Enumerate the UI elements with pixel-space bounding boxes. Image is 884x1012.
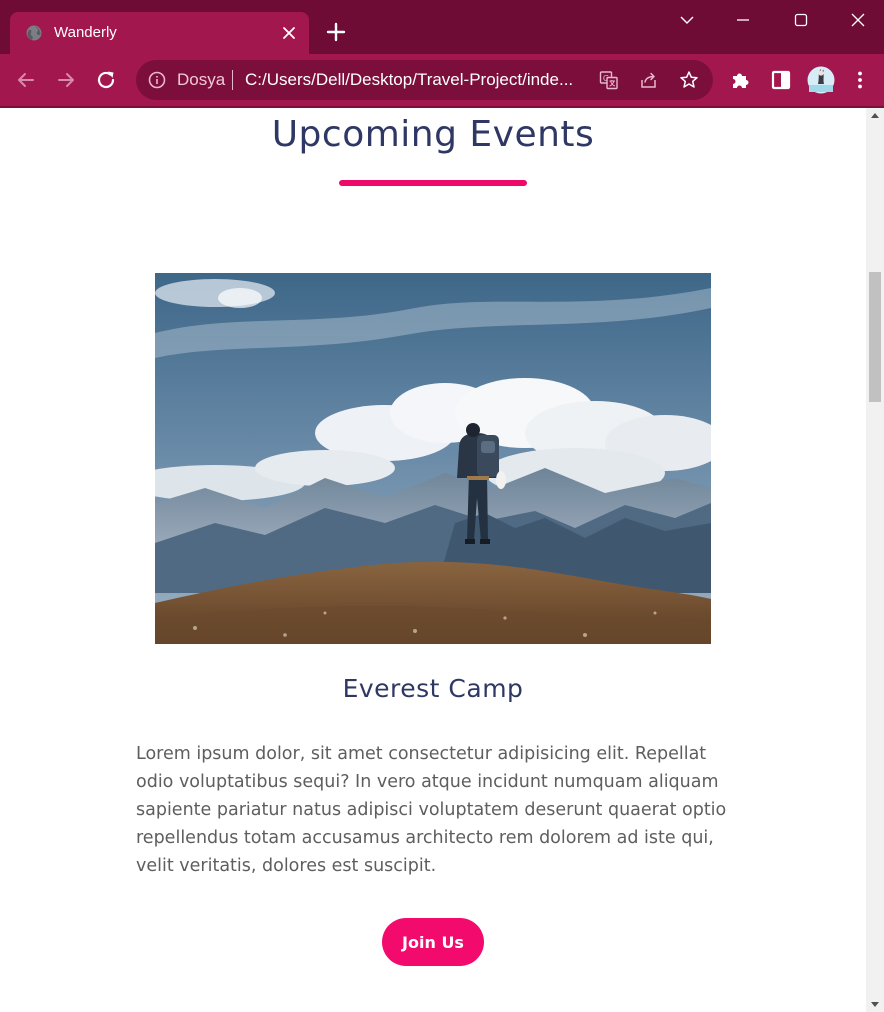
arrow-right-icon[interactable] <box>54 68 78 92</box>
reload-icon[interactable] <box>94 68 118 92</box>
browser-toolbar: Dosya C:/Users/Dell/Desktop/Travel-Proje… <box>0 54 884 106</box>
info-icon[interactable] <box>148 71 166 89</box>
page-viewport: Upcoming Events Everest Camp Lorem ipsum… <box>0 108 866 1012</box>
side-panel-icon[interactable] <box>769 68 793 92</box>
close-icon[interactable] <box>279 23 299 43</box>
plus-icon[interactable] <box>324 20 348 44</box>
tab-title: Wanderly <box>54 24 117 41</box>
translate-icon[interactable]: G <box>599 70 619 90</box>
tab-wanderly[interactable]: Wanderly <box>10 12 309 54</box>
hiker-mountain-photo <box>155 273 711 644</box>
url-text[interactable]: C:/Users/Dell/Desktop/Travel-Project/ind… <box>245 70 585 90</box>
puzzle-icon[interactable] <box>729 68 753 92</box>
scroll-up-arrow-icon[interactable] <box>871 113 879 118</box>
address-bar[interactable]: Dosya C:/Users/Dell/Desktop/Travel-Proje… <box>136 60 713 100</box>
section-title: Upcoming Events <box>271 114 595 155</box>
scroll-down-arrow-icon[interactable] <box>871 1002 879 1007</box>
vertical-scrollbar[interactable] <box>866 108 884 1012</box>
globe-icon <box>26 25 42 41</box>
title-underline <box>339 180 527 186</box>
title-bar: Wanderly <box>0 0 884 54</box>
star-icon[interactable] <box>679 70 699 90</box>
more-vert-icon[interactable] <box>848 68 872 92</box>
share-icon[interactable] <box>639 70 659 90</box>
close-icon[interactable] <box>843 8 873 32</box>
event-title: Everest Camp <box>342 674 524 703</box>
arrow-left-icon[interactable] <box>14 68 38 92</box>
minimize-icon[interactable] <box>728 8 758 32</box>
browser-window: Wanderly Dosya C:/Users/Dell/Desktop/Tra… <box>0 0 884 1012</box>
chevron-down-icon[interactable] <box>672 8 702 32</box>
scrollbar-thumb[interactable] <box>869 272 881 402</box>
avatar[interactable] <box>807 66 835 94</box>
divider <box>232 70 233 90</box>
join-us-button[interactable]: Join Us <box>382 918 484 966</box>
event-description: Lorem ipsum dolor, sit amet consectetur … <box>136 744 727 876</box>
site-label: Dosya <box>177 70 226 89</box>
maximize-icon[interactable] <box>786 8 816 32</box>
